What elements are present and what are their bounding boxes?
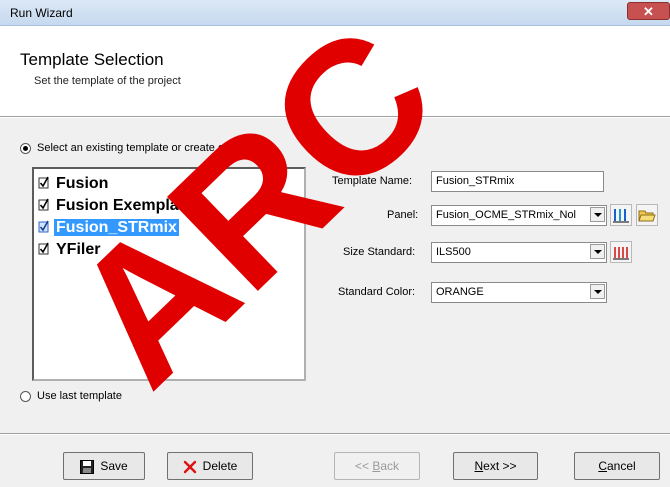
standard-color-select[interactable]: ORANGE <box>431 282 607 303</box>
page-title: Template Selection <box>20 50 164 69</box>
list-item[interactable]: Fusion_STRmix <box>38 219 179 239</box>
page-subtitle: Set the template of the project <box>34 75 181 87</box>
panel-select[interactable]: Fusion_OCME_STRmix_Nol <box>431 205 607 226</box>
save-button[interactable]: Save <box>63 452 145 480</box>
footer-divider <box>0 433 670 435</box>
cancel-button[interactable]: Cancel <box>574 452 660 480</box>
open-folder-button[interactable] <box>636 204 658 226</box>
panel-graph-icon <box>613 209 629 223</box>
size-standard-graph-button[interactable] <box>610 241 632 263</box>
close-button[interactable]: ✕ <box>627 2 670 20</box>
checked-box-icon <box>38 220 49 233</box>
size-standard-label: Size Standard: <box>343 246 416 258</box>
wizard-header: Template Selection Set the template of t… <box>0 26 670 117</box>
checked-box-icon <box>38 198 49 211</box>
size-standard-graph-icon <box>613 247 629 260</box>
close-icon: ✕ <box>643 4 654 19</box>
open-folder-icon <box>638 210 656 222</box>
chevron-down-icon[interactable] <box>590 207 605 222</box>
template-name-label: Template Name: <box>332 175 413 187</box>
delete-button[interactable]: Delete <box>167 452 253 480</box>
standard-color-label: Standard Color: <box>338 286 416 298</box>
existing-template-label[interactable]: Select an existing template or create on… <box>37 142 236 154</box>
checked-box-icon <box>38 176 49 189</box>
last-template-radio[interactable] <box>20 391 31 402</box>
template-list[interactable]: Fusion Fusion Exemplars Fusion_STRmix YF… <box>32 167 306 381</box>
title-bar: Run Wizard ✕ <box>0 0 670 26</box>
chevron-down-icon[interactable] <box>590 244 605 259</box>
chevron-down-icon[interactable] <box>590 284 605 299</box>
last-template-label[interactable]: Use last template <box>37 390 122 402</box>
list-item[interactable]: Fusion Exemplars <box>38 197 196 217</box>
panel-graph-button[interactable] <box>610 204 632 226</box>
delete-x-icon <box>183 460 196 474</box>
next-button[interactable]: Next >> <box>453 452 538 480</box>
back-button[interactable]: << Back <box>334 452 420 480</box>
panel-label: Panel: <box>387 209 419 221</box>
list-item[interactable]: Fusion <box>38 175 110 195</box>
size-standard-select[interactable]: ILS500 <box>431 242 607 263</box>
save-disk-icon <box>80 459 95 474</box>
existing-template-radio[interactable] <box>20 143 31 154</box>
template-name-input[interactable]: Fusion_STRmix <box>431 171 604 192</box>
list-item[interactable]: YFiler <box>38 241 102 261</box>
window-title: Run Wizard <box>10 6 73 20</box>
checked-box-icon <box>38 242 49 255</box>
